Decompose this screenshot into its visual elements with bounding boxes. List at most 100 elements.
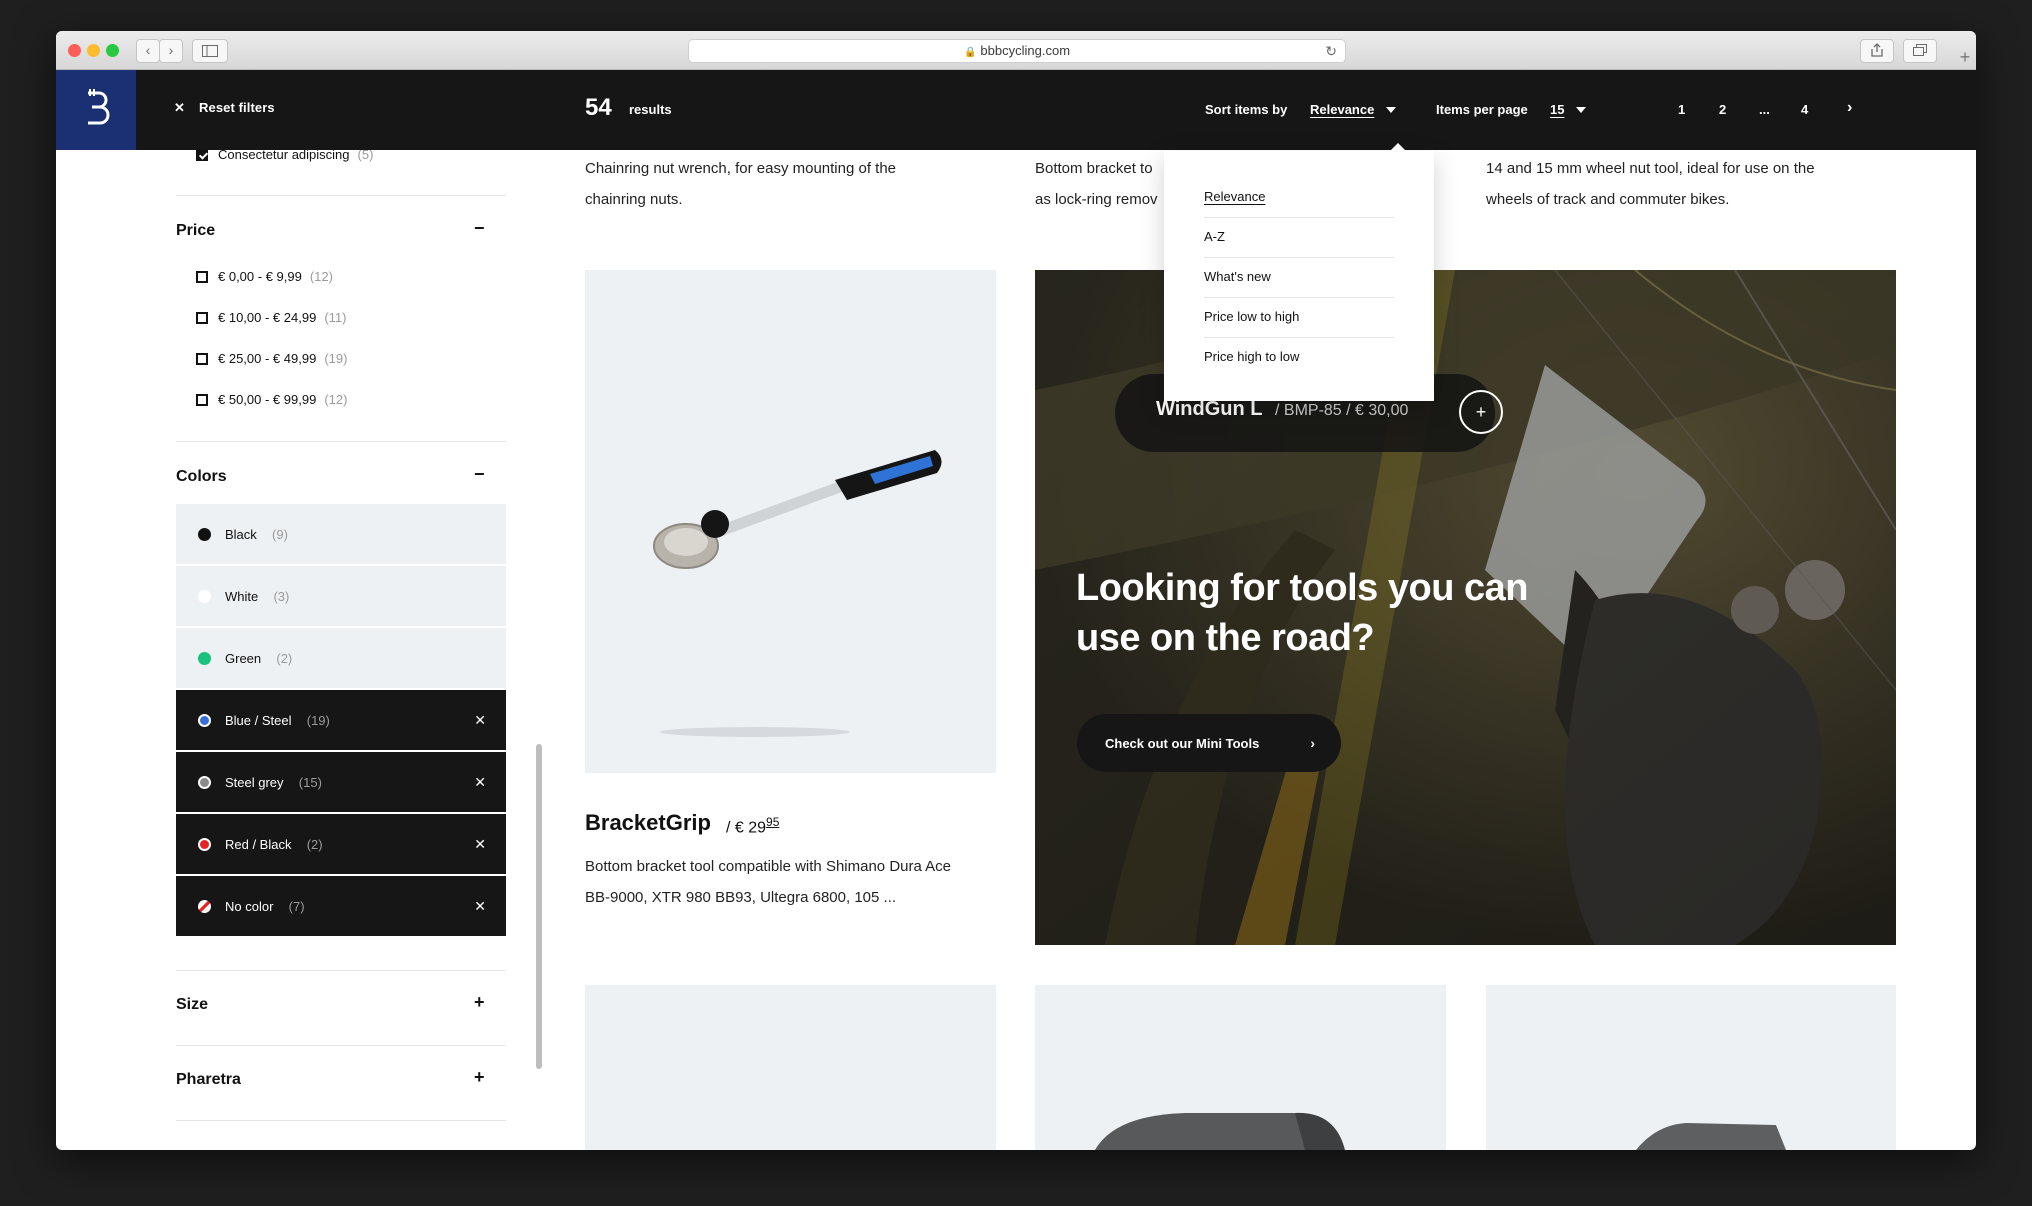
sort-option-a-z[interactable]: A-Z: [1204, 217, 1394, 258]
price-option-3[interactable]: € 50,00 - € 99,99 (12): [196, 392, 347, 407]
sort-option-whats-new[interactable]: What's new: [1204, 257, 1394, 298]
banner-headline: Looking for tools you can use on the roa…: [1076, 567, 1528, 659]
price-main: / € 29: [726, 819, 767, 837]
product-description: Bottom bracket to as lock-ring remov: [1035, 153, 1158, 215]
price-collapse-toggle[interactable]: −: [474, 218, 485, 239]
size-filter-title[interactable]: Size: [176, 996, 208, 1014]
color-swatch: [198, 775, 211, 789]
color-option-red-black[interactable]: Red / Black (2) ✕: [176, 814, 506, 874]
color-option-count: (2): [276, 650, 293, 666]
sort-dropdown-menu: Relevance A-Z What's new Price low to hi…: [1164, 143, 1434, 401]
checkbox-icon[interactable]: [196, 311, 208, 324]
bracket-tool-image: [653, 450, 942, 737]
results-toolbar: ✕ Reset filters 54 results Sort items by …: [56, 70, 1976, 150]
forward-button[interactable]: ›: [159, 39, 183, 63]
filter-sidebar: Consectetur adipiscing (5) Price − € 0,0…: [56, 150, 586, 1150]
reset-filters-button[interactable]: ✕ Reset filters: [174, 100, 275, 116]
items-per-page-select[interactable]: 15: [1550, 102, 1564, 117]
checkbox-icon[interactable]: [196, 393, 208, 406]
divider: [176, 195, 506, 196]
filter-option-count: (5): [357, 150, 374, 162]
color-option-black[interactable]: Black (9): [176, 504, 506, 564]
remove-filter-close-icon[interactable]: ✕: [474, 712, 486, 729]
plus-circle-icon[interactable]: +: [1459, 390, 1503, 434]
price-option-count: (19): [324, 351, 348, 366]
checkbox-icon[interactable]: [196, 352, 208, 365]
minimize-window-button[interactable]: [87, 44, 100, 57]
price-option-label: € 50,00 - € 99,99: [218, 392, 317, 407]
sort-select[interactable]: Relevance: [1310, 102, 1374, 117]
pharetra-filter-title[interactable]: Pharetra: [176, 1071, 241, 1089]
hotspot-product-name[interactable]: WindGun L: [1156, 398, 1262, 421]
chevron-left-icon: ‹: [145, 42, 151, 58]
tool-image: [1636, 1123, 1786, 1150]
cta-label: Check out our Mini Tools: [1105, 735, 1260, 751]
lock-icon: 🔒: [963, 47, 977, 58]
remove-filter-close-icon[interactable]: ✕: [474, 836, 486, 853]
checkbox-checked-icon[interactable]: [196, 150, 208, 161]
sidebar-scrollbar[interactable]: [536, 744, 542, 1069]
zoom-window-button[interactable]: [106, 44, 119, 57]
color-option-no-color[interactable]: No color (7) ✕: [176, 876, 506, 936]
price-option-count: (11): [324, 310, 347, 325]
description-line: as lock-ring remov: [1035, 191, 1158, 208]
divider: [176, 970, 506, 971]
colors-filter-title[interactable]: Colors: [176, 468, 227, 486]
product-image[interactable]: [1035, 985, 1446, 1150]
sidebar-toggle-button[interactable]: [192, 39, 228, 63]
results-count: 54: [585, 94, 612, 121]
sort-option-price-low-high[interactable]: Price low to high: [1204, 297, 1394, 338]
product-image[interactable]: [585, 985, 996, 1150]
sort-option-relevance[interactable]: Relevance: [1204, 177, 1394, 218]
price-option-count: (12): [309, 269, 333, 284]
product-image[interactable]: [1486, 985, 1896, 1150]
color-option-label: Steel grey: [225, 774, 284, 790]
colors-collapse-toggle[interactable]: −: [474, 464, 485, 485]
address-bar[interactable]: 🔒 bbbcycling.com ↻: [688, 39, 1346, 63]
price-option-2[interactable]: € 25,00 - € 49,99 (19): [196, 351, 347, 366]
price-option-1[interactable]: € 10,00 - € 24,99 (11): [196, 310, 346, 325]
color-option-count: (3): [273, 588, 290, 604]
next-page-chevron-icon[interactable]: ›: [1847, 99, 1852, 117]
color-option-white[interactable]: White (3): [176, 566, 506, 626]
description-line: Bottom bracket tool compatible with Shim…: [585, 858, 952, 875]
tabs-icon: [1913, 44, 1927, 56]
filter-option-checked[interactable]: Consectetur adipiscing (5): [196, 150, 373, 162]
reload-icon[interactable]: ↻: [1325, 40, 1337, 62]
no-color-swatch-icon: [198, 899, 211, 913]
color-option-green[interactable]: Green (2): [176, 628, 506, 688]
pharetra-expand-toggle[interactable]: +: [474, 1067, 485, 1088]
page-link-1[interactable]: 1: [1678, 102, 1685, 117]
price-option-label: € 25,00 - € 49,99: [218, 351, 317, 366]
color-option-blue-steel[interactable]: Blue / Steel (19) ✕: [176, 690, 506, 750]
price-option-label: € 0,00 - € 9,99: [218, 269, 302, 284]
caret-down-icon[interactable]: [1386, 107, 1396, 113]
description-line: wheels of track and commuter bikes.: [1486, 191, 1730, 208]
product-description: Chainring nut wrench, for easy mounting …: [585, 153, 896, 215]
share-button[interactable]: [1860, 39, 1894, 63]
price-option-0[interactable]: € 0,00 - € 9,99 (12): [196, 269, 333, 284]
page-link-4[interactable]: 4: [1801, 102, 1808, 117]
close-window-button[interactable]: [68, 44, 81, 57]
product-image-bracketgrip[interactable]: [585, 270, 996, 773]
mini-tools-cta-button[interactable]: Check out our Mini Tools ›: [1077, 714, 1341, 772]
new-tab-button[interactable]: +: [1954, 46, 1976, 69]
product-price: / € 2995: [726, 815, 779, 837]
sort-option-price-high-low[interactable]: Price high to low: [1204, 337, 1394, 377]
caret-down-icon[interactable]: [1576, 107, 1586, 113]
filter-option-label: Consectetur adipiscing: [218, 150, 350, 162]
price-filter-title[interactable]: Price: [176, 222, 215, 240]
divider: [176, 1120, 506, 1121]
bbb-logo[interactable]: [56, 70, 136, 150]
checkbox-icon[interactable]: [196, 270, 208, 283]
price-cents: 95: [766, 815, 780, 829]
tabs-overview-button[interactable]: [1903, 39, 1937, 63]
product-description: Bottom bracket tool compatible with Shim…: [585, 851, 951, 913]
remove-filter-close-icon[interactable]: ✕: [474, 898, 486, 915]
product-title[interactable]: BracketGrip: [585, 810, 711, 836]
page-link-2[interactable]: 2: [1719, 102, 1726, 117]
size-expand-toggle[interactable]: +: [474, 992, 485, 1013]
back-button[interactable]: ‹: [136, 39, 160, 63]
color-option-steel-grey[interactable]: Steel grey (15) ✕: [176, 752, 506, 812]
remove-filter-close-icon[interactable]: ✕: [474, 774, 486, 791]
